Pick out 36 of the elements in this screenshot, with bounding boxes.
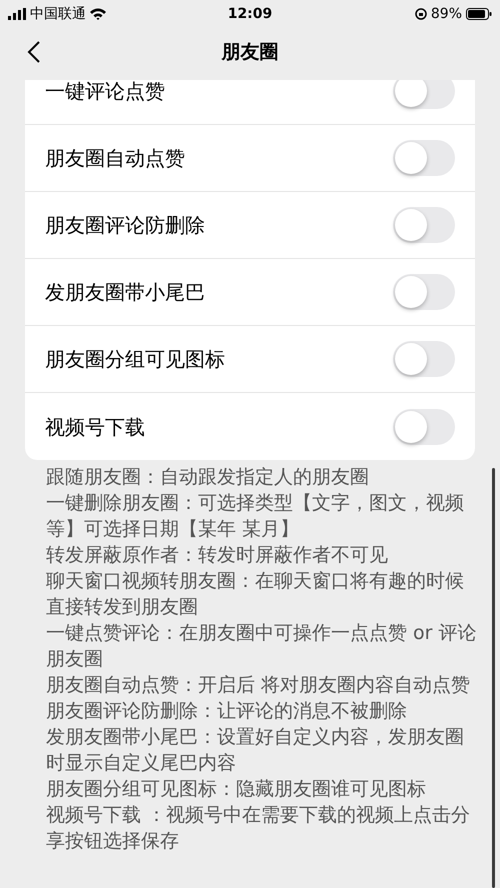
description-text: 视频号下载 ：视频号中在需要下载的视频上点击分	[46, 803, 472, 828]
wifi-icon	[90, 8, 106, 20]
rotation-lock-icon	[414, 8, 427, 20]
description-text: 朋友圈	[46, 647, 104, 672]
back-chevron-icon	[27, 40, 41, 64]
description-text: 发朋友圈带小尾巴：设置好自定义内容，发朋友圈	[46, 725, 465, 750]
setting-label: 发朋友圈带小尾巴	[45, 279, 205, 306]
setting-label: 朋友圈评论防删除	[45, 212, 205, 239]
description-text: 时显示自定义尾巴内容	[46, 751, 237, 776]
description-text: 享按钮选择保存	[46, 829, 180, 854]
toggle-switch[interactable]	[393, 408, 455, 444]
toggle-switch[interactable]	[393, 207, 455, 243]
setting-label: 视频号下载	[45, 414, 145, 440]
battery-icon	[466, 8, 492, 20]
description-text: 一键删除朋友圈：可选择类型【文字，图文，视频	[46, 491, 465, 516]
description-text: 朋友圈分组可见图标：隐藏朋友圈谁可见图标	[46, 777, 427, 802]
description-text: 朋友圈评论防删除：让评论的消息不被删除	[46, 699, 408, 724]
toggle-switch[interactable]	[393, 341, 455, 377]
page-title: 朋友圈	[222, 40, 278, 65]
signal-icon	[8, 8, 26, 20]
toggle-switch[interactable]	[393, 274, 455, 310]
toggle-switch[interactable]	[393, 140, 455, 176]
description-text: 跟随朋友圈：自动跟发指定人的朋友圈	[46, 465, 370, 490]
description-text: 一键点赞评论：在朋友圈中可操作一点点赞 or 评论	[46, 621, 478, 646]
carrier-name: 中国联通	[30, 4, 86, 24]
battery-percent: 89%	[430, 4, 462, 24]
setting-label: 一键评论点赞	[45, 80, 165, 105]
setting-label: 朋友圈分组可见图标	[45, 346, 225, 373]
description-text: 朋友圈自动点赞：开启后 将对朋友圈内容自动点赞	[46, 673, 472, 698]
description-text: 直接转发到朋友圈	[46, 595, 199, 620]
description-text: 等】可选择日期【某年 某月】	[46, 517, 300, 542]
description-text: 聊天窗口视频转朋友圈：在聊天窗口将有趣的时候	[46, 569, 465, 594]
clock-time: 12:09	[228, 4, 272, 24]
description-text: 转发屏蔽原作者：转发时屏蔽作者不可见	[46, 543, 389, 568]
setting-label: 朋友圈自动点赞	[45, 145, 185, 172]
toggle-switch[interactable]	[393, 80, 455, 109]
